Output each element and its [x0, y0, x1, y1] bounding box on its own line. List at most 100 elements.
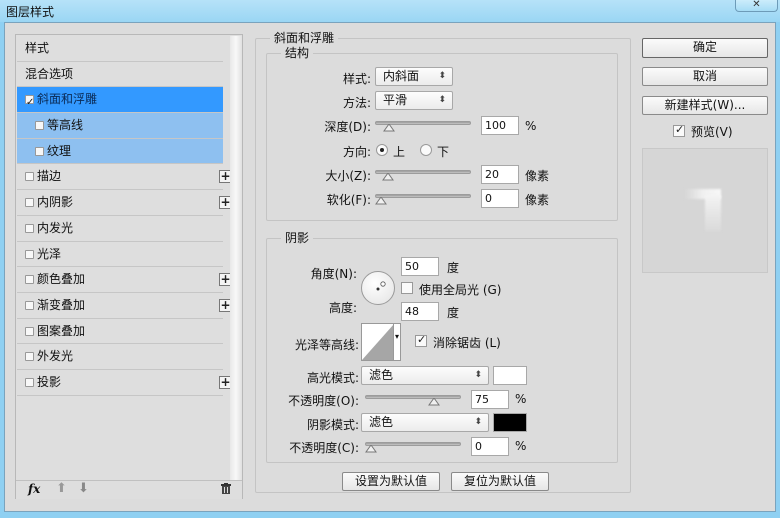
- preview-shape-side: [705, 195, 721, 231]
- highlight-opacity-label: 不透明度(O):: [288, 394, 359, 408]
- sidebar-item[interactable]: 等高线: [17, 113, 223, 139]
- window-bottom-frame: [0, 512, 780, 518]
- soften-input[interactable]: 0: [481, 189, 519, 208]
- sidebar-item-label: 光泽: [37, 246, 62, 261]
- trash-icon[interactable]: [221, 483, 231, 494]
- depth-slider-thumb[interactable]: [383, 124, 396, 132]
- sidebar-item-label: 混合选项: [25, 66, 74, 81]
- sidebar-item[interactable]: 颜色叠加 +: [17, 267, 232, 293]
- direction-down-radio[interactable]: [420, 144, 432, 156]
- shadow-color-swatch[interactable]: [493, 413, 527, 432]
- size-slider-thumb[interactable]: [381, 173, 394, 181]
- size-unit: 像素: [525, 169, 550, 183]
- sidebar-item-label: 渐变叠加: [37, 297, 86, 312]
- sidebar-item[interactable]: 描边 +: [17, 164, 232, 191]
- list-footer: fx ⬆ ⬇: [16, 480, 242, 499]
- cancel-button[interactable]: 取消: [642, 67, 768, 86]
- new-style-button[interactable]: 新建样式(W)...: [642, 96, 768, 115]
- sidebar-item-checkbox[interactable]: [25, 300, 34, 310]
- direction-up-radio[interactable]: [376, 144, 388, 156]
- sidebar-item[interactable]: 纹理: [17, 138, 223, 165]
- anti-alias-checkbox[interactable]: [415, 333, 427, 347]
- size-label: 大小(Z):: [325, 169, 371, 183]
- highlight-mode-label: 高光模式:: [306, 371, 359, 385]
- select-arrows-icon: ⬍: [474, 417, 482, 427]
- move-up-icon[interactable]: ⬆: [56, 481, 67, 496]
- angle-input[interactable]: 50: [401, 257, 439, 276]
- sidebar-item-checkbox[interactable]: [25, 198, 34, 208]
- global-light-checkbox[interactable]: [401, 282, 413, 294]
- contour-linear-icon: [362, 324, 394, 360]
- sidebar-item[interactable]: 内发光: [17, 215, 223, 242]
- angle-indicator-icon: [376, 281, 386, 291]
- sidebar-item[interactable]: 混合选项: [17, 61, 223, 88]
- make-default-button[interactable]: 设置为默认值: [342, 472, 440, 491]
- sidebar-item[interactable]: 图案叠加: [17, 318, 223, 345]
- angle-dial[interactable]: [361, 271, 395, 305]
- sidebar-item[interactable]: 外发光: [17, 344, 223, 370]
- sidebar-item[interactable]: 光泽: [17, 241, 223, 268]
- altitude-label: 高度:: [328, 301, 357, 315]
- sidebar-item-checkbox[interactable]: [25, 90, 34, 115]
- technique-select-value: 平滑: [383, 93, 408, 107]
- fx-icon[interactable]: fx: [28, 482, 40, 496]
- sidebar-item-checkbox[interactable]: [35, 146, 44, 156]
- sidebar-item-checkbox[interactable]: [25, 275, 34, 285]
- sidebar-item-checkbox[interactable]: [25, 326, 34, 336]
- sidebar-item-label: 外发光: [37, 349, 74, 364]
- gloss-contour-picker[interactable]: ▾: [361, 323, 401, 361]
- altitude-unit: 度: [447, 306, 460, 320]
- style-select[interactable]: 内斜面 ⬍: [375, 67, 453, 86]
- move-down-icon[interactable]: ⬇: [78, 481, 89, 496]
- sidebar-item-label: 描边: [37, 169, 62, 184]
- highlight-opacity-slider[interactable]: [365, 395, 461, 399]
- sidebar-item-checkbox[interactable]: [25, 223, 34, 233]
- list-scrollbar[interactable]: [230, 36, 242, 480]
- highlight-opacity-input[interactable]: 75: [471, 390, 509, 409]
- sidebar-item-label: 纹理: [47, 143, 72, 158]
- altitude-input[interactable]: 48: [401, 302, 439, 321]
- depth-input[interactable]: 100: [481, 116, 519, 135]
- shadow-mode-select[interactable]: 滤色 ⬍: [361, 413, 489, 432]
- shadow-opacity-thumb[interactable]: [365, 445, 377, 453]
- technique-select[interactable]: 平滑 ⬍: [375, 91, 453, 110]
- sidebar-item-label: 投影: [37, 374, 62, 389]
- sidebar-item[interactable]: 渐变叠加 +: [17, 292, 232, 319]
- reset-default-button[interactable]: 复位为默认值: [451, 472, 549, 491]
- close-icon: ✕: [752, 0, 761, 10]
- sidebar-item-label: 图案叠加: [37, 323, 86, 338]
- bevel-emboss-group: 斜面和浮雕 结构 样式: 内斜面 ⬍ 方法: 平滑 ⬍ 深度(D): 100 %…: [255, 31, 631, 493]
- shadow-opacity-slider[interactable]: [365, 442, 461, 446]
- highlight-mode-select[interactable]: 滤色 ⬍: [361, 366, 489, 385]
- sidebar-item[interactable]: 内阴影 +: [17, 190, 232, 216]
- angle-label: 角度(N):: [310, 267, 357, 281]
- sidebar-item-checkbox[interactable]: [35, 121, 44, 131]
- contour-dropdown-icon[interactable]: ▾: [395, 332, 399, 341]
- title-bar: 图层样式 ✕: [0, 0, 780, 22]
- ok-button[interactable]: 确定: [642, 38, 768, 58]
- sidebar-item-label: 颜色叠加: [37, 272, 86, 287]
- shadow-mode-value: 滤色: [369, 415, 394, 429]
- sidebar-item[interactable]: 斜面和浮雕: [17, 87, 223, 115]
- bevel-emboss-title: 斜面和浮雕: [270, 31, 339, 45]
- close-button[interactable]: ✕: [735, 0, 778, 12]
- technique-label: 方法:: [342, 96, 371, 110]
- sidebar-item-checkbox[interactable]: [25, 352, 34, 362]
- styles-header[interactable]: 样式: [17, 36, 223, 62]
- styles-header-label: 样式: [25, 41, 50, 55]
- shadow-opacity-input[interactable]: 0: [471, 437, 509, 456]
- sidebar-item[interactable]: 投影 +: [17, 369, 232, 396]
- sidebar-item-label: 内发光: [37, 220, 74, 235]
- highlight-opacity-thumb[interactable]: [428, 398, 440, 406]
- sidebar-item-checkbox[interactable]: [25, 249, 34, 259]
- sidebar-item-label: 斜面和浮雕: [37, 92, 98, 107]
- soften-slider-thumb[interactable]: [375, 197, 387, 205]
- highlight-color-swatch[interactable]: [493, 366, 527, 385]
- sidebar-item-checkbox[interactable]: [25, 377, 34, 387]
- size-input[interactable]: 20: [481, 165, 519, 184]
- sidebar-item-checkbox[interactable]: [25, 172, 34, 182]
- preview-checkbox[interactable]: [673, 123, 685, 137]
- select-arrows-icon: ⬍: [438, 71, 446, 81]
- soften-slider[interactable]: [375, 194, 471, 198]
- global-light-label: 使用全局光 (G): [419, 283, 502, 297]
